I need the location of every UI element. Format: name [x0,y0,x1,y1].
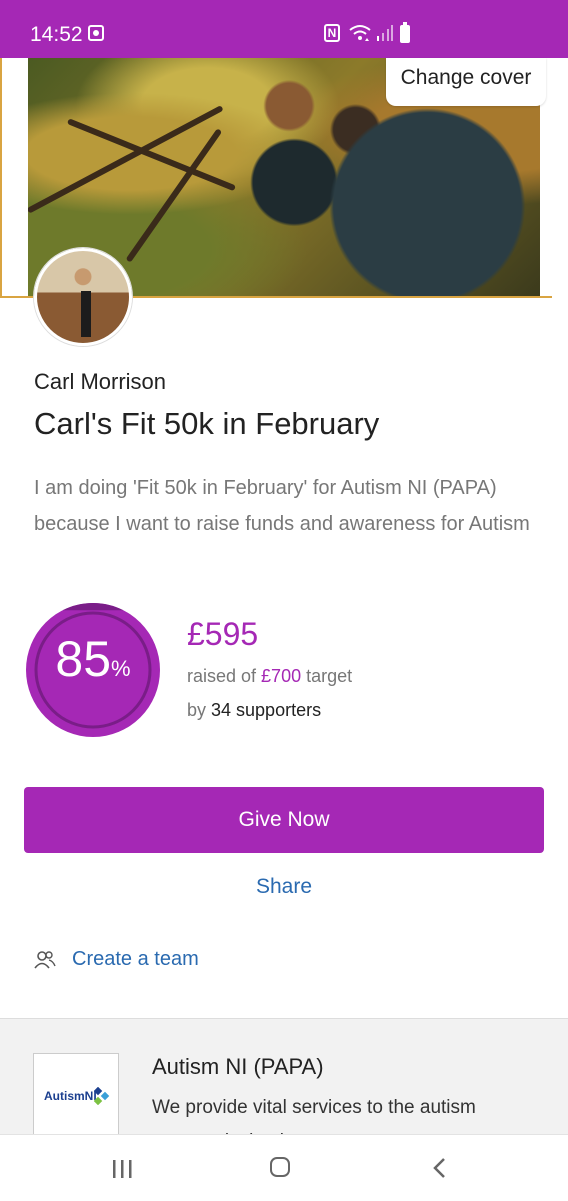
signal-icon [377,25,393,41]
charity-name: Autism NI (PAPA) [152,1054,324,1079]
target-amount: £700 [261,666,302,686]
raised-prefix: raised of [187,666,262,686]
nfc-icon: N [324,24,340,42]
raised-amount: £595 [187,616,259,652]
owner-name: Carl Morrison [34,369,167,394]
create-team-label: Create a team [72,948,199,970]
progress-remaining [62,603,124,611]
cover-branch [66,118,237,192]
by-prefix: by [187,700,212,720]
page-title: Carl's Fit 50k in February [34,406,380,441]
back-icon[interactable] [432,1157,446,1179]
wifi-icon [349,25,371,41]
team-icon [34,951,56,969]
cover-border [0,58,2,298]
supporters-line: by 34 supporters [187,700,321,721]
charity-logo-text: AutismNI [44,1089,97,1103]
battery-icon [400,22,410,43]
share-link[interactable]: Share [0,875,568,899]
status-bar: 14:52 N [0,0,568,58]
charity-logo: AutismNI [33,1053,119,1135]
notification-icon [88,25,104,41]
charity-card[interactable]: AutismNI Autism NI (PAPA) We provide vit… [0,1018,568,1135]
home-icon[interactable] [270,1157,290,1177]
page-description: I am doing 'Fit 50k in February' for Aut… [34,477,530,535]
recents-icon[interactable] [112,1159,134,1179]
give-now-button[interactable]: Give Now [24,787,544,853]
charity-logo-mark [94,1087,110,1105]
target-line: raised of £700 target [187,666,352,687]
status-icons: N [324,22,434,46]
change-cover-button[interactable]: Change cover [386,58,546,106]
progress-percent-symbol: % [111,656,131,681]
target-suffix: target [301,666,353,686]
status-time: 14:52 [30,23,83,46]
progress-percent: 85% [25,630,161,688]
avatar [34,248,132,346]
charity-description: We provide vital services to the autism … [152,1097,476,1135]
supporters-count: 34 supporters [211,700,322,720]
system-nav-bar [0,1134,568,1201]
progress-percent-value: 85 [55,631,112,687]
